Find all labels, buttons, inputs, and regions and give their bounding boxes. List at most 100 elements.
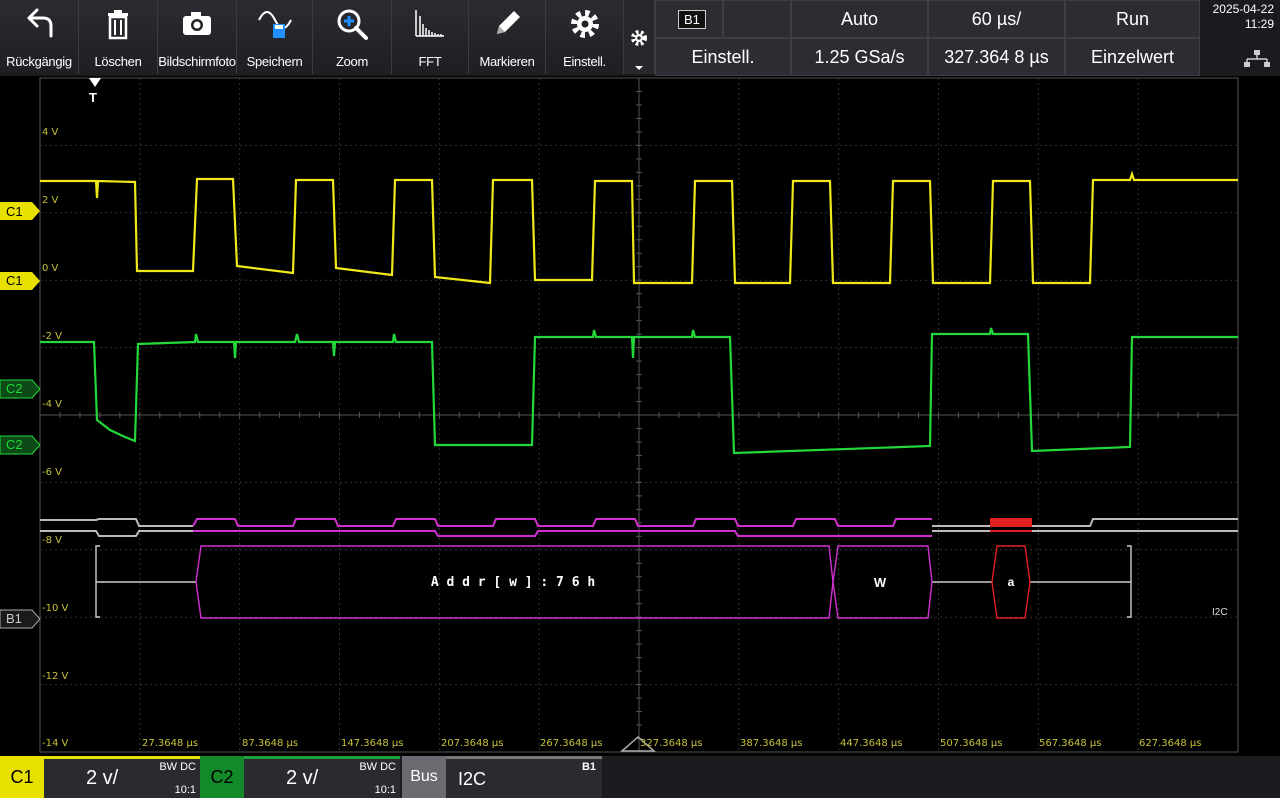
volt-label: -6 V (42, 467, 62, 478)
trigger-settings-cell[interactable]: Einstell. (655, 38, 791, 76)
save-label: Speichern (246, 54, 303, 69)
settings-button[interactable]: Einstell. (546, 0, 624, 74)
time-label: 267.3648 µs (540, 738, 603, 749)
waveform-canvas (0, 77, 1239, 753)
undo-button[interactable]: Rückgängig (0, 0, 79, 74)
volt-label: -4 V (42, 399, 62, 410)
zoom-button[interactable]: Zoom (313, 0, 392, 74)
volt-label: -14 V (42, 738, 69, 749)
c2-probe: 10:1 (374, 784, 396, 796)
small-gear-icon (631, 30, 647, 70)
screenshot-button[interactable]: Bildschirmfoto (158, 0, 237, 74)
mark-label: Markieren (479, 54, 535, 69)
c2-trigger-tag[interactable]: C2 (2, 380, 27, 398)
delete-label: Löschen (94, 54, 142, 69)
fft-icon (415, 10, 444, 37)
volt-label: -10 V (42, 603, 69, 614)
ack-marker (990, 518, 1032, 527)
delete-button[interactable]: Löschen (79, 0, 158, 74)
time-label: 207.3648 µs (441, 738, 504, 749)
acq-mode: Einzelwert (1090, 46, 1175, 67)
time-label: 147.3648 µs (341, 738, 404, 749)
c2-tag[interactable]: C2 (2, 436, 27, 454)
sample-rate: 1.25 GSa/s (814, 46, 905, 67)
acq-mode-cell[interactable]: Einzelwert (1065, 38, 1200, 76)
c1-trigger-tag[interactable]: C1 (2, 203, 27, 221)
trigger-mode-cell[interactable]: Auto (791, 0, 928, 38)
waveform-display[interactable]: C1 C1 C2 C2 B1 T 4 V 2 V 0 V -2 V -4 V -… (0, 76, 1280, 756)
time-label: 327.3648 µs (640, 738, 703, 749)
c2-label: C2 (6, 437, 23, 452)
volt-label: -2 V (42, 331, 62, 342)
bus-config-button[interactable]: I2C B1 (446, 756, 602, 798)
volt-label: 2 V (42, 195, 59, 206)
bus-button[interactable]: Bus (402, 756, 446, 798)
c1-coupling: BW DC (159, 761, 196, 773)
c1-scale: 2 v/ (86, 767, 119, 789)
c1-label: C1 (6, 273, 23, 288)
time-label: 447.3648 µs (840, 738, 903, 749)
trash-icon (108, 10, 128, 40)
trigger-mode: Auto (840, 8, 879, 29)
bus-source: B1 (581, 761, 596, 773)
time-label: 627.3648 µs (1139, 738, 1202, 749)
save-waveform-icon (257, 11, 292, 38)
toolbar: Rückgängig Löschen Bildschirmfoto Speich… (0, 0, 1280, 76)
c1-tag[interactable]: C1 (2, 272, 27, 290)
c2-coupling: BW DC (359, 761, 396, 773)
run-state: Run (1115, 8, 1150, 29)
timebase-cell[interactable]: 60 µs/ (928, 0, 1065, 38)
timebase: 60 µs/ (971, 8, 1022, 29)
decode-ack: a (1007, 575, 1015, 589)
volt-label: 4 V (42, 127, 59, 138)
decode-rw: W (873, 575, 887, 590)
camera-icon (183, 12, 211, 35)
gear-icon (570, 10, 599, 38)
run-state-cell[interactable]: Run (1065, 0, 1200, 38)
trigger-position-marker[interactable]: T (89, 90, 97, 105)
time-label: 387.3648 µs (740, 738, 803, 749)
c1-scale-button[interactable]: 2 v/ BW DC 10:1 (44, 756, 200, 798)
mark-button[interactable]: Markieren (469, 0, 546, 74)
time-label: 87.3648 µs (242, 738, 299, 749)
quick-settings-button[interactable] (624, 0, 655, 74)
bus-protocol: I2C (458, 769, 487, 789)
c1-probe: 10:1 (174, 784, 196, 796)
trigger-arrow-icon (89, 78, 101, 87)
sample-rate-cell[interactable]: 1.25 GSa/s (791, 38, 928, 76)
horizontal-position-cell[interactable]: 327.364 8 µs (928, 38, 1065, 76)
channel-bar: C1 2 v/ BW DC 10:1 C2 2 v/ BW DC 10:1 Bu… (0, 756, 1280, 798)
decode-address: A d d r [ w ] : 7 6 h (430, 575, 596, 590)
zoom-label: Zoom (335, 54, 369, 69)
time-label: 507.3648 µs (940, 738, 1003, 749)
time: 11:29 (1244, 17, 1274, 31)
trigger-source-cell[interactable]: B1 (655, 0, 723, 38)
date: 2025-04-22 (1212, 2, 1274, 16)
volt-label: 0 V (42, 263, 59, 274)
fft-label: FFT (418, 54, 442, 69)
settings-label: Einstell. (563, 54, 606, 69)
fft-button[interactable]: FFT (392, 0, 469, 74)
save-button[interactable]: Speichern (237, 0, 313, 74)
horizontal-position: 327.364 8 µs (944, 46, 1049, 67)
c1-trigger-label: C1 (6, 204, 23, 219)
c2-scale: 2 v/ (286, 767, 319, 789)
blank-cell (723, 0, 791, 38)
trigger-source: B1 (678, 9, 706, 29)
datetime: 2025-04-22 11:29 (1200, 0, 1280, 76)
screenshot-label: Bildschirmfoto (158, 54, 236, 69)
status-panel: B1 Auto 60 µs/ Run Einstell. 1.25 GSa/s … (655, 0, 1200, 76)
undo-label: Rückgängig (6, 54, 72, 69)
time-label: 567.3648 µs (1039, 738, 1102, 749)
network-icon (1244, 50, 1270, 67)
trigger-settings: Einstell. (691, 46, 755, 67)
pencil-icon (497, 11, 520, 34)
b1-tag[interactable]: B1 (2, 610, 26, 628)
c1-channel-button[interactable]: C1 (0, 756, 44, 798)
volt-label: -12 V (42, 671, 69, 682)
volt-label: -8 V (42, 535, 62, 546)
bus-protocol-label: I2C (1212, 607, 1228, 618)
c2-scale-button[interactable]: 2 v/ BW DC 10:1 (244, 756, 400, 798)
zoom-icon (337, 9, 368, 40)
c2-channel-button[interactable]: C2 (200, 756, 244, 798)
